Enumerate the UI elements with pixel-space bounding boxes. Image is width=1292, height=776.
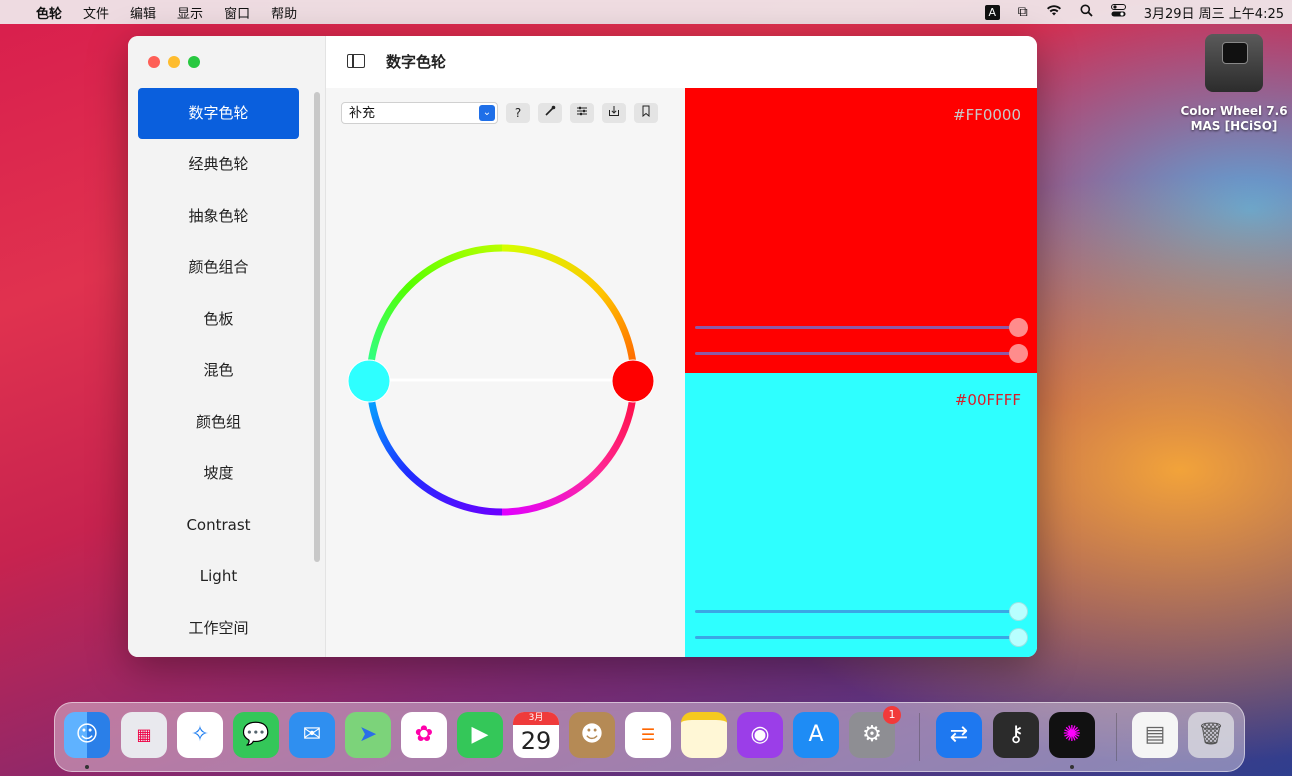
contacts-icon[interactable]: ☻ [569, 712, 615, 758]
swatch-hex-value[interactable]: #FF0000 [953, 106, 1021, 124]
color-wheel[interactable] [326, 88, 685, 657]
wifi-icon[interactable] [1046, 4, 1062, 20]
maps-icon[interactable]: ➤ [345, 712, 391, 758]
sidebar-item-classic-wheel[interactable]: 经典色轮 [138, 139, 299, 191]
sidebar-item-digital-wheel[interactable]: 数字色轮 [138, 88, 299, 139]
traffic-lights [148, 56, 200, 68]
desktop-disk-image[interactable]: Color Wheel 7.6 MAS [HCiSO] [1180, 34, 1288, 134]
running-indicator [1070, 765, 1074, 769]
color-wheel-window: 数字色轮 经典色轮 抽象色轮 颜色组合 色板 混色 颜色组 坡度 Contras… [128, 36, 1037, 657]
minimize-button[interactable] [168, 56, 180, 68]
notification-badge: 1 [883, 706, 901, 724]
dock: ☺ ▦ ✧ 💬 ✉ ➤ ✿ ▶ 3月 29 ☻ ☰ ◉ A ⚙ 1 ⇄ ⚷ ✺ … [54, 702, 1245, 772]
spotlight-search-icon[interactable] [1080, 4, 1093, 21]
sidebar-item-abstract-wheel[interactable]: 抽象色轮 [138, 191, 299, 243]
trash-icon[interactable]: 🗑 [1188, 712, 1234, 758]
color-wheel-icon[interactable]: ✺ [1049, 712, 1095, 758]
finder-icon[interactable]: ☺ [64, 712, 110, 758]
slider-knob[interactable] [1009, 602, 1028, 621]
red-color-handle[interactable] [611, 359, 655, 403]
sidebar-nav: 数字色轮 经典色轮 抽象色轮 颜色组合 色板 混色 颜色组 坡度 Contras… [138, 88, 299, 654]
zoom-button[interactable] [188, 56, 200, 68]
sidebar-item-workspace[interactable]: 工作空间 [138, 603, 299, 655]
running-indicator [85, 765, 89, 769]
sidebar-item-contrast[interactable]: Contrast [138, 500, 299, 552]
page-title: 数字色轮 [386, 53, 447, 71]
podcasts-icon[interactable]: ◉ [737, 712, 783, 758]
menu-help[interactable]: 帮助 [271, 3, 297, 22]
menu-edit[interactable]: 编辑 [130, 3, 156, 22]
preview-icon[interactable]: ▤ [1132, 712, 1178, 758]
dock-separator [919, 713, 920, 761]
menu-file[interactable]: 文件 [83, 3, 109, 22]
calendar-icon[interactable]: 3月 29 [513, 712, 559, 758]
facetime-icon[interactable]: ▶ [457, 712, 503, 758]
input-source-icon[interactable]: A [984, 4, 1000, 20]
disk-image-icon [1205, 34, 1263, 92]
notes-icon[interactable] [681, 712, 727, 758]
sidebar-scrollbar[interactable] [314, 92, 320, 562]
swatch-red[interactable]: #FF0000 [685, 88, 1037, 373]
brightness-slider[interactable] [695, 344, 1028, 363]
menu-clock[interactable]: 3月29日 周三 上午4:25 [1144, 3, 1284, 22]
sidebar-item-gradient[interactable]: 坡度 [138, 448, 299, 500]
close-button[interactable] [148, 56, 160, 68]
menu-window[interactable]: 窗口 [224, 3, 250, 22]
menu-bar: 色轮 文件 编辑 显示 窗口 帮助 A ⧉ 3月29日 周三 上午4:25 [0, 0, 1292, 24]
wheel-panel: 补充 ⌄ ? [326, 88, 685, 657]
cyan-color-handle[interactable] [347, 359, 391, 403]
sidebar-item-color-groups[interactable]: 颜色组 [138, 397, 299, 449]
slider-knob[interactable] [1009, 318, 1028, 337]
slider-knob[interactable] [1009, 344, 1028, 363]
system-preferences-icon[interactable]: ⚙ 1 [849, 706, 901, 758]
control-center-icon[interactable] [1110, 3, 1126, 21]
saturation-slider[interactable] [695, 602, 1028, 621]
brightness-slider[interactable] [695, 628, 1028, 647]
dock-separator [1116, 713, 1117, 761]
swatch-hex-value[interactable]: #00FFFF [955, 391, 1021, 409]
sidebar: 数字色轮 经典色轮 抽象色轮 颜色组合 色板 混色 颜色组 坡度 Contras… [128, 36, 326, 657]
sidebar-item-light[interactable]: Light [138, 551, 299, 603]
teamviewer-icon[interactable]: ⇄ [936, 712, 982, 758]
sidebar-item-color-combinations[interactable]: 颜色组合 [138, 242, 299, 294]
safari-icon[interactable]: ✧ [177, 712, 223, 758]
menu-app[interactable]: 色轮 [36, 3, 62, 22]
mail-icon[interactable]: ✉ [289, 712, 335, 758]
sidebar-item-mix[interactable]: 混色 [138, 345, 299, 397]
desktop-icon-label: Color Wheel 7.6 MAS [HCiSO] [1180, 104, 1288, 133]
sidebar-toggle-icon[interactable] [347, 54, 365, 68]
photos-icon[interactable]: ✿ [401, 712, 447, 758]
title-bar: 数字色轮 [326, 36, 1037, 89]
sidebar-item-swatches[interactable]: 色板 [138, 294, 299, 346]
swatch-cyan[interactable]: #00FFFF [685, 373, 1037, 657]
menu-view[interactable]: 显示 [177, 3, 203, 22]
screen-mirroring-icon[interactable]: ⧉ [1018, 4, 1028, 20]
appstore-icon[interactable]: A [793, 712, 839, 758]
launchpad-icon[interactable]: ▦ [121, 712, 167, 758]
slider-knob[interactable] [1009, 628, 1028, 647]
saturation-slider[interactable] [695, 318, 1028, 337]
messages-icon[interactable]: 💬 [233, 712, 279, 758]
keychain-icon[interactable]: ⚷ [993, 712, 1039, 758]
reminders-icon[interactable]: ☰ [625, 712, 671, 758]
